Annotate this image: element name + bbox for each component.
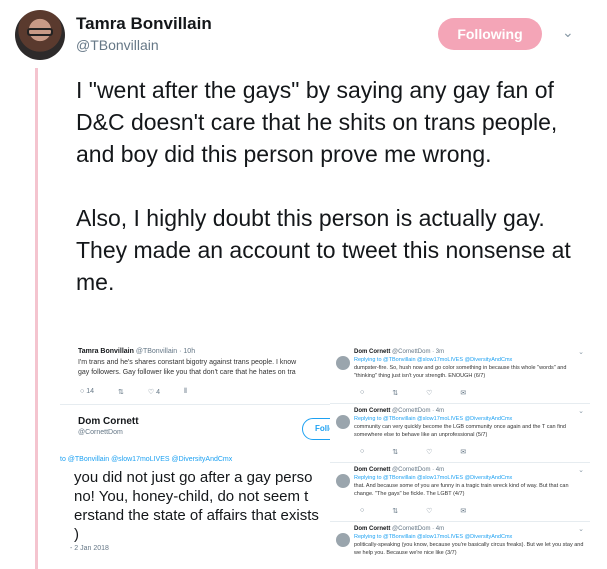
tweet-paragraph: Also, I highly doubt this person is actu… <box>76 205 571 295</box>
reply-card-name: Dom Cornett <box>354 349 391 355</box>
quoted-line: I'm trans and he's shares constant bigot… <box>78 359 297 366</box>
chevron-down-icon: ⌄ <box>578 467 584 474</box>
reply-card: Dom Cornett @CornettDom · 4m Replying to… <box>330 523 590 569</box>
reply-icon: ○ <box>360 448 365 455</box>
reply-card-header: Dom Cornett @CornettDom · 4m <box>354 408 444 414</box>
replying-to: to @TBonvillain @slow17moLIVES @Diversit… <box>60 456 232 463</box>
reply-card-replying-text: Replying to @TBonvillain @slow17moLIVES … <box>354 416 513 422</box>
tweet-paragraph: I "went after the gays" by saying any ga… <box>76 77 558 167</box>
reply-card-name: Dom Cornett <box>354 526 391 532</box>
reply-card-name: Dom Cornett <box>354 408 391 414</box>
embedded-screenshot[interactable]: Tamra Bonvillain @TBonvillain · 10h I'm … <box>60 338 590 569</box>
reply-line: ) <box>74 526 79 543</box>
reply-card-actions: ○ ⇅ ♡ ✉ <box>360 507 466 515</box>
reply-card-replying-text: Replying to @TBonvillain @slow17moLIVES … <box>354 534 513 540</box>
reply-icon: ○ <box>360 389 365 396</box>
reply-card-meta: @CornettDom · 4m <box>392 408 445 414</box>
avatar <box>336 415 350 429</box>
glasses-graphic <box>27 28 53 36</box>
avatar <box>336 533 350 547</box>
reply-date: - 2 Jan 2018 <box>70 545 109 552</box>
reply-card-body: community can very quickly become the LG… <box>354 424 566 438</box>
reply-card-body: dumpster-fire. So, hush now and go color… <box>354 365 567 379</box>
reply-card-actions: ○ ⇅ ♡ ✉ <box>360 389 466 397</box>
retweet-icon: ⇅ <box>392 508 399 515</box>
reply-card-replying-text: Replying to @TBonvillain @slow17moLIVES … <box>354 475 513 481</box>
analytics-icon: ⫴ <box>184 388 187 395</box>
reply-icon: ○ <box>360 507 365 514</box>
avatar[interactable] <box>15 10 65 60</box>
reply-card-body: politically-speaking (you know, because … <box>354 542 584 556</box>
retweet-icon: ⇅ <box>392 390 399 397</box>
reply-card-header: Dom Cornett @CornettDom · 4m <box>354 467 444 473</box>
quoted-actions: ○ 14 ⇅ ♡ 4 ⫴ <box>80 388 280 396</box>
user-name[interactable]: Tamra Bonvillain <box>76 14 212 34</box>
reply-card-replying: Replying to @TBonvillain @slow17moLIVES … <box>354 416 512 422</box>
like-count: 4 <box>156 389 160 396</box>
embed-right-panel: Dom Cornett @CornettDom · 3m Replying to… <box>330 338 590 569</box>
reply-card-header: Dom Cornett @CornettDom · 4m <box>354 526 444 532</box>
quoted-name: Tamra Bonvillain <box>78 348 134 355</box>
message-icon: ✉ <box>460 508 467 515</box>
reply-body: you did not just go after a gay perso no… <box>74 468 335 544</box>
reply-card-header: Dom Cornett @CornettDom · 3m <box>354 349 444 355</box>
like-icon: ♡ <box>426 508 433 515</box>
like-icon: ♡ <box>426 449 433 456</box>
quoted-tweet-body: I'm trans and he's shares constant bigot… <box>78 358 335 378</box>
quoted-meta: @TBonvillain · 10h <box>135 348 196 355</box>
reply-card-replying-text: Replying to @TBonvillain @slow17moLIVES … <box>354 357 513 363</box>
reply-author-name: Dom Cornett <box>78 416 139 427</box>
divider <box>60 404 335 405</box>
reply-card: Dom Cornett @CornettDom · 4m Replying to… <box>330 464 590 522</box>
avatar <box>336 356 350 370</box>
embed-left-panel: Tamra Bonvillain @TBonvillain · 10h I'm … <box>60 338 335 569</box>
reply-card-actions: ○ ⇅ ♡ ✉ <box>360 448 466 456</box>
thread-line <box>35 68 38 569</box>
quoted-line: gay followers. Gay follower like you tha… <box>78 369 296 376</box>
chevron-down-icon: ⌄ <box>578 408 584 415</box>
reply-card-replying: Replying to @TBonvillain @slow17moLIVES … <box>354 357 512 363</box>
avatar <box>336 474 350 488</box>
chevron-down-icon: ⌄ <box>578 349 584 356</box>
user-handle[interactable]: @TBonvillain <box>76 37 159 53</box>
reply-card-replying: Replying to @TBonvillain @slow17moLIVES … <box>354 534 512 540</box>
reply-line: erstand the state of affairs that exists <box>74 507 319 524</box>
retweet-icon: ⇅ <box>117 389 124 396</box>
reply-card: Dom Cornett @CornettDom · 3m Replying to… <box>330 346 590 404</box>
reply-card-name: Dom Cornett <box>354 467 391 473</box>
reply-line: no! You, honey-child, do not seem t <box>74 488 309 505</box>
message-icon: ✉ <box>460 449 467 456</box>
reply-card-meta: @CornettDom · 3m <box>392 349 445 355</box>
chevron-down-icon: ⌄ <box>578 526 584 533</box>
following-button[interactable]: Following <box>438 18 542 50</box>
like-icon: ♡ <box>426 390 433 397</box>
reply-count: 14 <box>86 388 94 395</box>
quoted-tweet-header: Tamra Bonvillain @TBonvillain · 10h <box>78 348 195 355</box>
reply-card: Dom Cornett @CornettDom · 4m Replying to… <box>330 405 590 463</box>
retweet-icon: ⇅ <box>392 449 399 456</box>
reply-card-meta: @CornettDom · 4m <box>392 467 445 473</box>
reply-author-handle: @CornettDom <box>78 429 123 436</box>
reply-card-body: that. And because some of you are funny … <box>354 483 569 497</box>
message-icon: ✉ <box>460 390 467 397</box>
chevron-down-icon[interactable]: ⌄ <box>562 24 574 41</box>
reply-icon: ○ 14 <box>80 388 94 395</box>
tweet-text: I "went after the gays" by saying any ga… <box>76 74 586 330</box>
reply-card-replying: Replying to @TBonvillain @slow17moLIVES … <box>354 475 512 481</box>
replying-to-handles: to @TBonvillain @slow17moLIVES @Diversit… <box>60 456 233 463</box>
like-icon: ♡ 4 <box>147 389 160 396</box>
reply-card-meta: @CornettDom · 4m <box>392 526 445 532</box>
reply-line: you did not just go after a gay perso <box>74 469 313 486</box>
